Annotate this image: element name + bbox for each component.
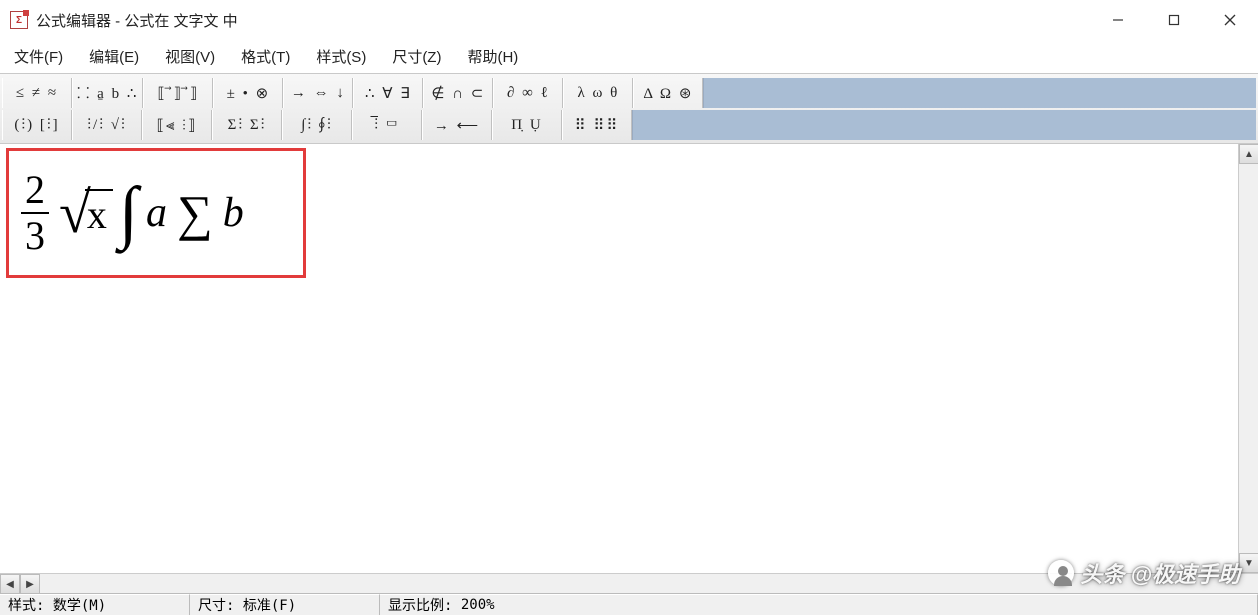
template-fences[interactable]: (⫶) [⫶] [6,112,68,138]
palette-relational[interactable]: ≤ ≠ ≈ [6,80,68,106]
symbol-toolbar: ≤ ≠ ≈ ⸬ a̱ b ∴ ⟦ ⃗⟧ ⃗⟧ ± • ⊗ → ⇔ ↓ ∴ ∀ ∃… [0,73,1258,144]
scroll-up-icon[interactable]: ▲ [1239,144,1258,164]
template-integral[interactable]: ∫⫶ ∮⫶ [286,112,348,138]
scroll-right-icon[interactable]: ▶ [20,574,40,594]
scroll-left-icon[interactable]: ◀ [0,574,20,594]
equation-content[interactable]: 2 3 √ x ∫ a ∑ b [21,170,246,256]
status-bar: 样式: 数学(M) 尺寸: 标准(F) 显示比例: 200% [0,593,1258,615]
radical-sign-icon: √ [59,190,91,236]
vertical-scrollbar[interactable]: ▲ ▼ [1238,144,1258,573]
status-style-label: 样式: [8,595,44,615]
equation-highlight-box: 2 3 √ x ∫ a ∑ b [6,148,306,278]
minimize-button[interactable] [1090,0,1146,40]
status-size: 尺寸: 标准(F) [190,594,380,615]
menu-style[interactable]: 样式(S) [310,44,372,69]
palette-greek-lower[interactable]: λ ω θ [567,80,629,106]
maximize-button[interactable] [1146,0,1202,40]
toolbar-filler-2 [632,110,1256,140]
app-icon: Σ [10,11,28,29]
template-subsuper[interactable]: ⟦⫷ ⫶⟧ [146,112,208,138]
variable-a[interactable]: a [144,189,169,237]
palette-spaces[interactable]: ⸬ a̱ b ∴ [76,80,139,106]
fraction[interactable]: 2 3 [21,170,49,256]
status-size-value: 标准(F) [243,595,296,615]
template-fraction-radical[interactable]: ⫶/⫶ √⫶ [76,112,138,138]
fraction-numerator[interactable]: 2 [21,170,49,210]
menu-size[interactable]: 尺寸(Z) [386,44,447,69]
title-bar: Σ 公式编辑器 - 公式在 文字文 中 [0,0,1258,40]
menu-help[interactable]: 帮助(H) [461,44,524,69]
hscroll-track[interactable] [40,574,1258,593]
status-zoom-label: 显示比例: [388,595,452,615]
palette-logic[interactable]: ∴ ∀ ∃ [357,80,419,106]
window-title: 公式编辑器 - 公式在 文字文 中 [36,10,238,31]
template-products[interactable]: Π̣ Ụ [496,112,558,138]
status-zoom-value: 200% [461,597,495,613]
template-matrix[interactable]: ⠿ ⠿⠿ [566,112,628,138]
menu-bar: 文件(F) 编辑(E) 视图(V) 格式(T) 样式(S) 尺寸(Z) 帮助(H… [0,40,1258,73]
template-summation[interactable]: Σ⫶ Σ⫶ [216,112,278,138]
vscroll-track[interactable] [1239,164,1258,553]
palette-greek-upper[interactable]: Δ Ω ⊛ [637,80,699,106]
palette-operators[interactable]: ± • ⊗ [217,80,279,106]
summation-sign-icon[interactable]: ∑ [173,193,217,233]
horizontal-scrollbar[interactable]: ◀ ▶ [0,573,1258,593]
toolbar-row-2: (⫶) [⫶] ⫶/⫶ √⫶ ⟦⫷ ⫶⟧ Σ⫶ Σ⫶ ∫⫶ ∮⫶ ⫶̅ ▭ → … [2,110,1256,140]
template-labeled-arrows[interactable]: → ⟵ [426,112,488,138]
menu-view[interactable]: 视图(V) [159,44,221,69]
variable-b[interactable]: b [221,189,246,237]
scroll-down-icon[interactable]: ▼ [1239,553,1258,573]
status-size-label: 尺寸: [198,595,234,615]
palette-set[interactable]: ∉ ∩ ⊂ [427,80,489,106]
status-style: 样式: 数学(M) [0,594,190,615]
status-style-value: 数学(M) [53,595,106,615]
integral-sign-icon[interactable]: ∫ [117,192,140,234]
palette-embellish[interactable]: ⟦ ⃗⟧ ⃗⟧ [147,80,209,106]
menu-edit[interactable]: 编辑(E) [83,44,145,69]
template-overunder-bar[interactable]: ⫶̅ ▭ [356,112,418,138]
radical[interactable]: √ x [59,189,113,238]
fraction-denominator[interactable]: 3 [21,216,49,256]
menu-file[interactable]: 文件(F) [8,44,69,69]
status-zoom: 显示比例: 200% [380,594,1258,615]
palette-misc[interactable]: ∂ ∞ ℓ [497,80,559,106]
menu-format[interactable]: 格式(T) [235,44,296,69]
close-button[interactable] [1202,0,1258,40]
toolbar-filler [703,78,1256,108]
toolbar-row-1: ≤ ≠ ≈ ⸬ a̱ b ∴ ⟦ ⃗⟧ ⃗⟧ ± • ⊗ → ⇔ ↓ ∴ ∀ ∃… [2,78,1256,108]
equation-canvas[interactable]: 2 3 √ x ∫ a ∑ b [0,144,1238,573]
editor-area: 2 3 √ x ∫ a ∑ b ▲ ▼ [0,144,1258,573]
palette-arrows[interactable]: → ⇔ ↓ [287,80,349,106]
